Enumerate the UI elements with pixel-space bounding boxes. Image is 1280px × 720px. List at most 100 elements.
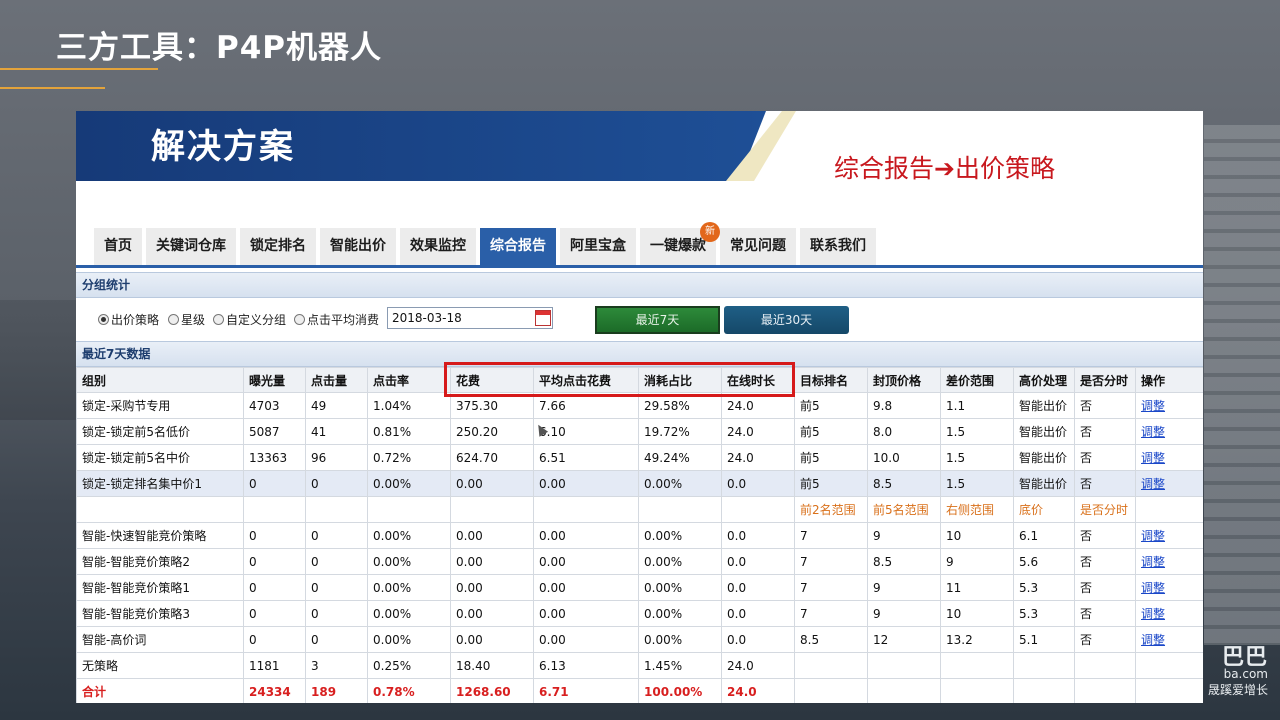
- banner-subtitle: 综合报告➔出价策略: [834, 154, 1055, 183]
- table-cell: 1268.60: [450, 678, 534, 703]
- table-cell: 调整: [1135, 392, 1203, 419]
- radio-label: 自定义分组: [226, 313, 287, 327]
- radio-star-level[interactable]: 星级: [168, 311, 205, 328]
- table-cell: 0: [243, 600, 306, 627]
- table-cell: 1.04%: [367, 392, 451, 419]
- table-cell: 189: [305, 678, 368, 703]
- tab-label: 关键词仓库: [156, 238, 226, 254]
- table-cell: 0: [243, 522, 306, 549]
- filter-bar: 出价策略 星级 自定义分组 点击平均消费 最近7天 最近30天: [76, 301, 1203, 339]
- new-badge: 新: [700, 222, 720, 242]
- table-cell: 0.0: [721, 600, 795, 627]
- column-header: 曝光量: [243, 367, 306, 393]
- table-cell: 0.72%: [367, 444, 451, 471]
- table-row: 智能-智能竞价策略3 0 0 0.00% 0.00 0.00 0.00% 0.0 7 9 10 5.3…: [76, 600, 1203, 627]
- tab-faq[interactable]: 常见问题: [720, 228, 796, 265]
- table-cell: 13363: [243, 444, 306, 471]
- table-cell: 24.0: [721, 444, 795, 471]
- adjust-link[interactable]: 调整: [1141, 451, 1165, 465]
- table-cell: [305, 496, 368, 523]
- table-cell: 智能出价: [1013, 392, 1075, 419]
- tab-comprehensive-report[interactable]: 综合报告: [480, 228, 556, 265]
- table-cell: 49: [305, 392, 368, 419]
- table-cell: 24.0: [721, 678, 795, 703]
- table-cell: 0: [305, 522, 368, 549]
- table-row: 智能-智能竞价策略2 0 0 0.00% 0.00 0.00 0.00% 0.0 7 8.5 9 5.…: [76, 548, 1203, 575]
- table-cell: [243, 496, 306, 523]
- table-cell: 否: [1074, 574, 1136, 601]
- adjust-link[interactable]: 调整: [1141, 633, 1165, 647]
- radio-label: 星级: [181, 313, 206, 327]
- table-cell: 6.71: [533, 678, 639, 703]
- date-input[interactable]: [387, 307, 553, 329]
- table-cell: 否: [1074, 600, 1136, 627]
- table-row: 智能-智能竞价策略1 0 0 0.00% 0.00 0.00 0.00% 0.0 7 9 11 5.3…: [76, 574, 1203, 601]
- table-cell: 0.00%: [367, 600, 451, 627]
- table-cell: 调整: [1135, 626, 1203, 653]
- table-cell: 是否分时: [1074, 496, 1136, 523]
- table-cell: 0.00: [533, 574, 639, 601]
- adjust-link[interactable]: 调整: [1141, 555, 1165, 569]
- table-cell: 10.0: [867, 444, 941, 471]
- table-cell: 0.00: [450, 522, 534, 549]
- column-header: 高价处理: [1013, 367, 1075, 393]
- table-cell: 否: [1074, 418, 1136, 445]
- radio-icon: [168, 314, 179, 325]
- table-cell: [1135, 496, 1203, 523]
- tab-one-click-hot[interactable]: 一键爆款新: [640, 222, 720, 265]
- tab-contact[interactable]: 联系我们: [800, 228, 876, 265]
- table-cell: [367, 496, 451, 523]
- table-cell: 0: [243, 574, 306, 601]
- tab-ali-box[interactable]: 阿里宝盒: [560, 228, 636, 265]
- watermark: 巴巴 ba.com 晟蹊爱增长: [1208, 645, 1268, 698]
- table-cell: 7: [794, 600, 868, 627]
- table-cell: 0.00%: [638, 522, 722, 549]
- tab-home[interactable]: 首页: [94, 228, 142, 265]
- column-header: 点击率: [367, 367, 451, 393]
- table-cell: 18.40: [450, 652, 534, 679]
- table-cell: 0.00: [533, 548, 639, 575]
- tab-effect-monitor[interactable]: 效果监控: [400, 228, 476, 265]
- table-cell: 8.0: [867, 418, 941, 445]
- table-cell: 前5: [794, 444, 868, 471]
- table-row: 锁定-锁定前5名低价 5087 41 0.81% 250.20 6.10 19.72% 24.…: [76, 418, 1203, 445]
- table-cell: 0.00%: [638, 470, 722, 497]
- table-cell: 0.00%: [638, 600, 722, 627]
- column-header: 是否分时: [1074, 367, 1136, 393]
- slide-title: 三方工具：P4P机器人: [56, 30, 383, 66]
- radio-custom-group[interactable]: 自定义分组: [213, 311, 286, 328]
- adjust-link[interactable]: 调整: [1141, 477, 1165, 491]
- table-cell: 24.0: [721, 418, 795, 445]
- table-cell: 0.00%: [638, 574, 722, 601]
- table-cell: 0.00%: [367, 548, 451, 575]
- table-cell: 9: [867, 600, 941, 627]
- table-cell: 12: [867, 626, 941, 653]
- last-7-days-button[interactable]: 最近7天: [595, 306, 720, 334]
- radio-avg-click-cost[interactable]: 点击平均消费: [294, 311, 379, 328]
- radio-bid-strategy[interactable]: 出价策略: [98, 311, 159, 328]
- table-cell: 8.5: [794, 626, 868, 653]
- last-30-days-button[interactable]: 最近30天: [724, 306, 849, 334]
- adjust-link[interactable]: 调整: [1141, 425, 1165, 439]
- calendar-icon[interactable]: [535, 310, 551, 326]
- screenshot-panel: 解决方案 综合报告➔出价策略 首页 关键词仓库 锁定排名 智能出价 效果监控 综…: [76, 111, 1203, 703]
- table-cell: [450, 496, 534, 523]
- adjust-link[interactable]: 调整: [1141, 399, 1165, 413]
- table-cell: 调整: [1135, 600, 1203, 627]
- adjust-link[interactable]: 调整: [1141, 581, 1165, 595]
- table-cell: 智能-智能竞价策略3: [76, 600, 244, 627]
- tab-smart-bidding[interactable]: 智能出价: [320, 228, 396, 265]
- tab-lock-ranking[interactable]: 锁定排名: [240, 228, 316, 265]
- adjust-link[interactable]: 调整: [1141, 607, 1165, 621]
- tab-keyword-warehouse[interactable]: 关键词仓库: [146, 228, 236, 265]
- table-cell: 锁定-锁定前5名低价: [76, 418, 244, 445]
- table-row: 智能-高价词 0 0 0.00% 0.00 0.00 0.00% 0.0 8.5 12 13.2 5.…: [76, 626, 1203, 653]
- radio-checked-icon: [98, 314, 109, 325]
- table-cell: 智能出价: [1013, 418, 1075, 445]
- adjust-link[interactable]: 调整: [1141, 529, 1165, 543]
- table-row: 智能-快速智能竞价策略 0 0 0.00% 0.00 0.00 0.00% 0.0 7 9 10 6.…: [76, 522, 1203, 549]
- table-cell: 0.0: [721, 522, 795, 549]
- smart-subheader-row: 前2名范围 前5名范围 右侧范围 底价 是否分时: [76, 496, 1203, 523]
- watermark-logo: 巴巴: [1221, 645, 1268, 670]
- table-row: 锁定-锁定排名集中价1 0 0 0.00% 0.00 0.00 0.00% 0.0 前5 8.5 1…: [76, 470, 1203, 497]
